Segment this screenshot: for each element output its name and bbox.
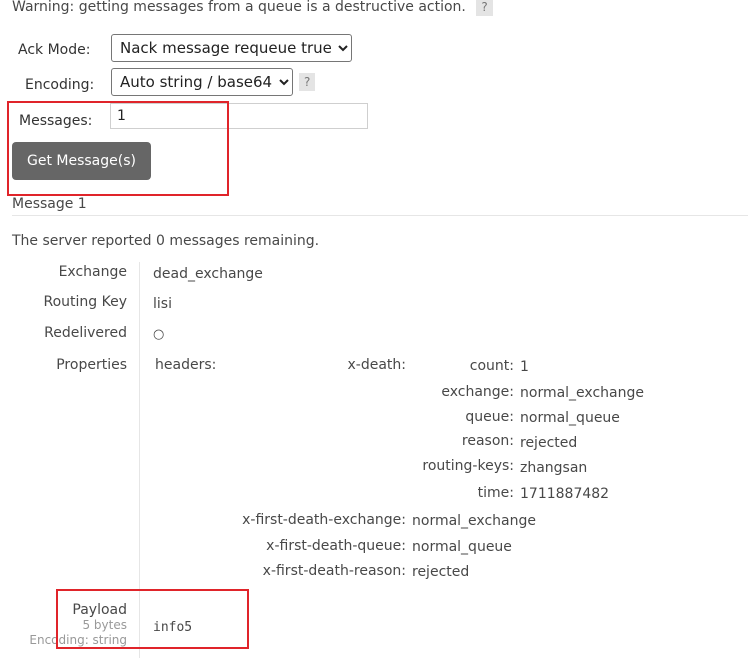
redelivered-label: Redelivered — [44, 325, 127, 341]
x-death-value: normal_queue — [520, 410, 620, 426]
exchange-label: Exchange — [58, 264, 127, 280]
routing-key-label: Routing Key — [43, 294, 127, 310]
first-death-key: x-first-death-exchange: — [242, 512, 406, 528]
warning-text: Warning: getting messages from a queue i… — [12, 0, 466, 15]
x-death-key: exchange: — [441, 384, 514, 400]
x-death-value: zhangsan — [520, 460, 588, 476]
x-death-key: routing-keys: — [422, 458, 514, 474]
x-death-key: time: — [477, 485, 514, 501]
routing-key-value: lisi — [153, 296, 172, 312]
encoding-help-icon[interactable]: ? — [299, 73, 316, 91]
properties-label: Properties — [56, 357, 127, 373]
encoding-select[interactable]: Auto string / base64 — [111, 68, 293, 96]
x-death-label: x-death: — [347, 357, 407, 373]
ack-mode-select[interactable]: Nack message requeue true — [111, 34, 352, 62]
x-death-key: queue: — [465, 409, 514, 425]
headers-label: headers: — [155, 357, 217, 373]
first-death-value: rejected — [412, 564, 470, 580]
messages-highlight-box — [7, 101, 229, 196]
section-divider — [12, 215, 748, 216]
first-death-value: normal_queue — [412, 539, 512, 555]
ack-mode-label: Ack Mode: — [18, 42, 91, 58]
x-death-key: count: — [469, 358, 514, 374]
redelivered-value: ○ — [153, 327, 165, 342]
x-death-value: 1 — [520, 359, 529, 375]
x-death-value: 1711887482 — [520, 486, 610, 502]
x-death-value: rejected — [520, 435, 578, 451]
first-death-key: x-first-death-reason: — [262, 563, 406, 579]
exchange-value: dead_exchange — [153, 266, 263, 282]
first-death-key: x-first-death-queue: — [266, 538, 406, 554]
x-death-value: normal_exchange — [520, 385, 644, 401]
encoding-label: Encoding: — [25, 77, 95, 93]
destructive-warning: Warning: getting messages from a queue i… — [12, 0, 493, 16]
x-death-key: reason: — [461, 433, 514, 449]
message-title: Message 1 — [12, 196, 87, 212]
first-death-value: normal_exchange — [412, 513, 536, 529]
remaining-status: The server reported 0 messages remaining… — [12, 233, 320, 249]
payload-highlight-box — [56, 589, 249, 649]
warning-help-icon[interactable]: ? — [476, 0, 493, 16]
